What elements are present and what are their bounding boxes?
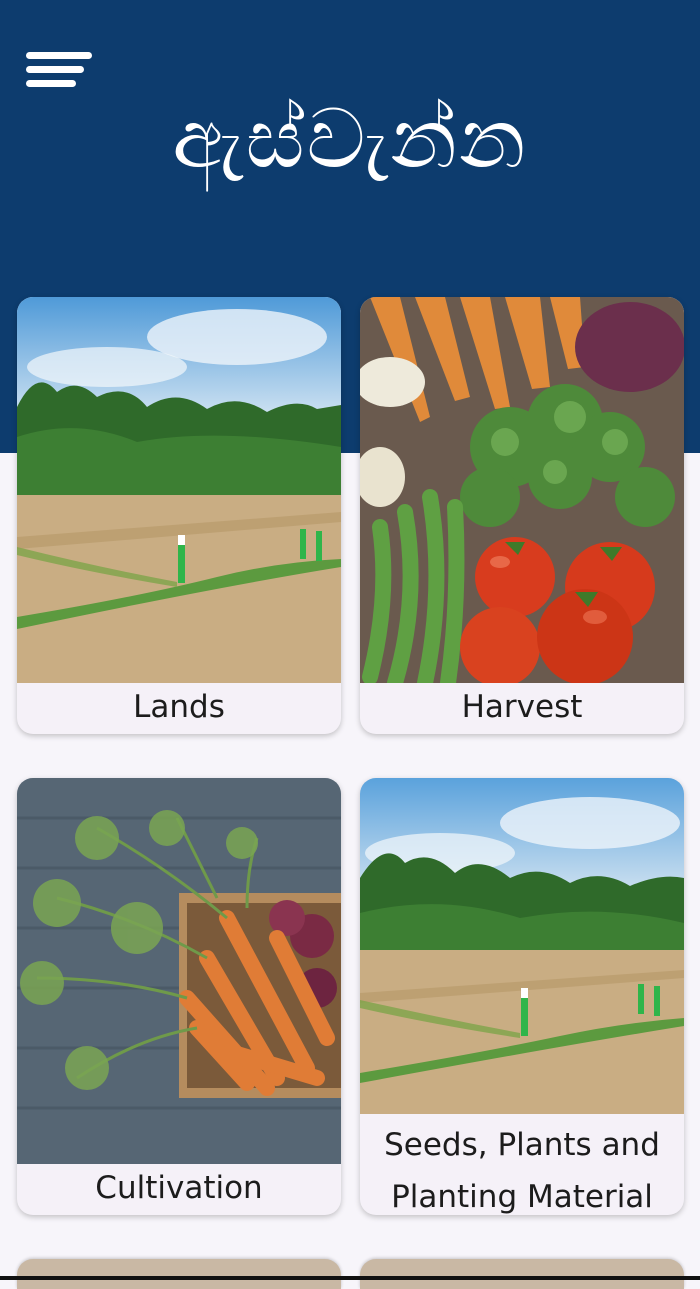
category-card-lands[interactable]: Lands [17, 297, 341, 734]
farmland-plots-photo [360, 778, 684, 1114]
category-card-partial[interactable] [17, 1259, 341, 1289]
card-label: Lands [133, 689, 225, 725]
card-label: Harvest [461, 689, 583, 725]
app-title: ඇස්වැන්න [172, 92, 528, 187]
category-card-seeds-plants[interactable]: Seeds, Plants and Planting Material [360, 778, 684, 1215]
card-label: Seeds, Plants and Planting Material [384, 1127, 660, 1215]
hamburger-menu-icon [26, 52, 92, 59]
category-card-partial[interactable] [360, 1259, 684, 1289]
category-card-harvest[interactable]: Harvest [360, 297, 684, 734]
bottom-edge [0, 1276, 700, 1280]
harvest-vegetables-photo [360, 297, 684, 683]
carrots-in-crate-photo [17, 778, 341, 1164]
farmland-plots-photo [17, 297, 341, 683]
card-label: Cultivation [95, 1170, 263, 1206]
category-card-cultivation[interactable]: Cultivation [17, 778, 341, 1215]
hamburger-menu-icon-bar-2 [26, 66, 84, 73]
